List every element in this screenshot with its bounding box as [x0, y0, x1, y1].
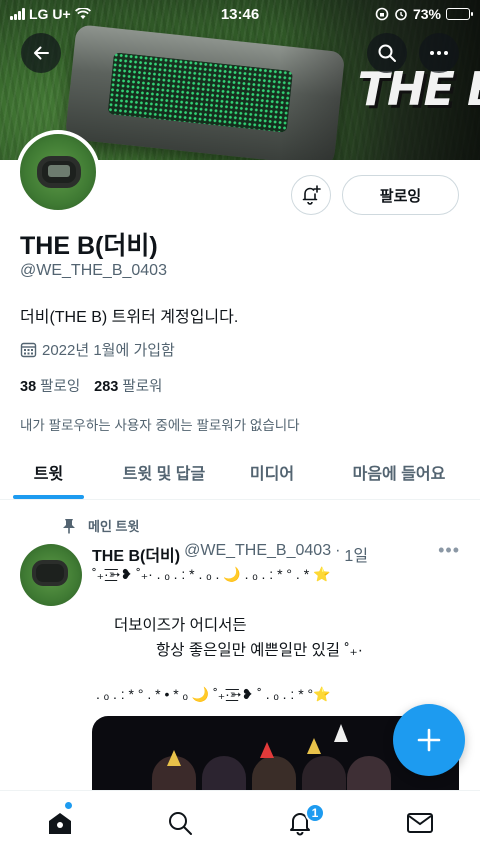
tweet-author-name[interactable]: THE B(더비): [92, 542, 180, 566]
tweet-text-line: . ₒ . : * ° . * • * ₒ 🌙 ˚₊·͟͟͞͞➳❥ ˚ . ₒ …: [96, 686, 331, 702]
bell-plus-icon: [302, 185, 321, 205]
arrow-left-icon: [34, 46, 49, 60]
avatar-ring-image: [32, 560, 68, 586]
rotation-lock-icon: [375, 7, 389, 21]
battery-percent: 73%: [412, 6, 441, 22]
tab-tweets[interactable]: 트윗: [13, 446, 84, 499]
profile-avatar[interactable]: [16, 130, 100, 214]
nav-messages[interactable]: [404, 807, 436, 839]
tab-label: 트윗: [33, 466, 64, 483]
search-icon: [169, 812, 192, 835]
tweet-separator: ·: [335, 542, 341, 559]
avatar-ring-image: [37, 156, 81, 188]
followers-count: 283: [94, 379, 119, 395]
tweet-header: THE B(더비) @WE_THE_B_0403 · 1일: [92, 542, 368, 566]
pin-icon: [63, 518, 75, 533]
alarm-icon: [395, 8, 407, 21]
profile-stats: 38 팔로잉 283 팔로워: [20, 375, 162, 396]
more-horizontal-icon: [430, 51, 448, 55]
bottom-navigation: 1: [0, 790, 480, 854]
active-tab-indicator: [13, 495, 84, 499]
tab-label: 미디어: [249, 466, 295, 483]
plus-icon: [417, 728, 441, 752]
profile-bio: 더비(THE B) 트위터 계정입니다.: [20, 309, 239, 326]
joined-date: 2022년 1월에 가입함: [42, 342, 175, 359]
tweet-author-handle[interactable]: @WE_THE_B_0403: [184, 542, 331, 566]
tweet-text-line: ˚₊·͟͟͞͞➳❥ ˚₊· . ₒ . : * . ₒ . 🌙 . ₒ . : …: [92, 566, 331, 582]
no-mutual-followers-text: 내가 팔로우하는 사용자 중에는 팔로워가 없습니다: [20, 418, 300, 433]
search-button[interactable]: [367, 33, 407, 73]
tab-label: 마음에 들어요: [352, 466, 446, 483]
tab-tweets-and-replies[interactable]: 트윗 및 답글: [108, 446, 220, 498]
profile-name: THE B(더비): [20, 232, 158, 260]
more-options-button[interactable]: [419, 33, 459, 73]
tweet-time[interactable]: 1일: [344, 542, 368, 566]
followers-stat[interactable]: 283 팔로워: [94, 375, 162, 396]
following-count: 38: [20, 379, 37, 395]
profile-joined: 2022년 1월에 가입함: [20, 339, 175, 360]
compose-tweet-button[interactable]: [393, 704, 465, 776]
following-button[interactable]: 팔로잉: [342, 175, 459, 215]
pinned-tweet-label: 메인 트윗: [62, 516, 139, 535]
profile-handle: @WE_THE_B_0403: [20, 262, 167, 279]
followers-label: 팔로워: [122, 379, 163, 395]
tab-likes[interactable]: 마음에 들어요: [334, 446, 464, 498]
pinned-label-text: 메인 트윗: [88, 519, 140, 534]
notification-subscribe-button[interactable]: [291, 175, 331, 215]
profile-tabs: 트윗 트윗 및 답글 미디어 마음에 들어요: [0, 446, 480, 500]
nav-search[interactable]: [164, 807, 196, 839]
home-icon: [49, 813, 71, 834]
tweet-text-line: 더보이즈가 어디서든: [114, 617, 247, 634]
following-label: 팔로잉: [40, 379, 81, 395]
search-icon: [378, 44, 396, 62]
notification-badge: 1: [305, 803, 325, 823]
following-stat[interactable]: 38 팔로잉: [20, 375, 80, 396]
mail-icon: [407, 813, 433, 833]
tab-label: 트윗 및 답글: [122, 466, 206, 483]
banner-led-screen: [107, 52, 294, 133]
back-button[interactable]: [21, 33, 61, 73]
status-right: 73%: [375, 6, 473, 22]
battery-icon: [446, 8, 473, 20]
tweet-more-icon[interactable]: •••: [438, 540, 460, 561]
home-new-indicator: [64, 801, 73, 810]
status-bar: LG U+ 13:46 73%: [0, 0, 480, 28]
tweet-text-line: 항상 좋은일만 예쁜일만 있길 ˚₊·: [156, 642, 363, 659]
calendar-icon: [20, 342, 37, 358]
tweet-author-avatar[interactable]: [20, 544, 82, 606]
tab-media[interactable]: 미디어: [236, 446, 308, 498]
nav-home[interactable]: [44, 807, 76, 839]
